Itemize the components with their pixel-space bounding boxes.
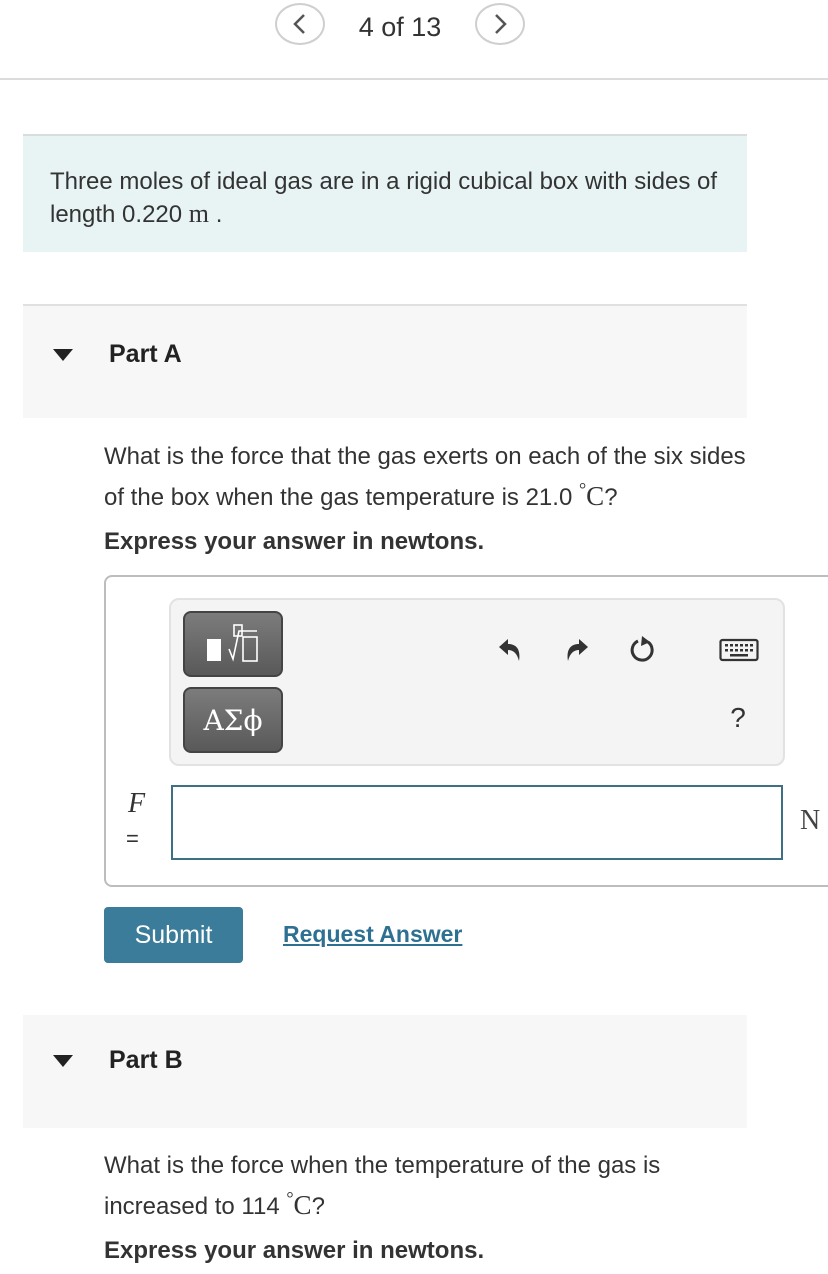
question-pager: 4 of 13 [0, 0, 828, 80]
answer-variable: F [128, 788, 146, 819]
part-b-header[interactable]: Part B [23, 1015, 747, 1128]
templates-root-icon [207, 624, 258, 662]
degree-symbol: ° [286, 1188, 294, 1208]
celsius-unit: C [293, 1190, 312, 1220]
intro-text: Three moles of ideal gas are in a rigid … [50, 166, 730, 231]
answer-input[interactable] [171, 785, 783, 860]
question-mark: ? [604, 484, 618, 511]
question-position: 4 of 13 [358, 12, 442, 42]
greek-button-label: ΑΣϕ [203, 703, 263, 737]
part-b-question: What is the force when the temperature o… [104, 1150, 764, 1223]
equals-sign: = [126, 826, 139, 851]
part-b-question-text: What is the force when the temperature o… [104, 1152, 661, 1220]
greek-symbols-button[interactable]: ΑΣϕ [183, 687, 283, 753]
intro-text-end: . [209, 201, 223, 228]
part-a-label: Part A [109, 340, 182, 368]
request-answer-link[interactable]: Request Answer [283, 921, 462, 948]
collapse-triangle-icon [53, 349, 73, 361]
question-mark: ? [311, 1193, 325, 1220]
collapse-triangle-icon [53, 1055, 73, 1067]
intro-text-main: Three moles of ideal gas are in a rigid … [50, 168, 718, 228]
templates-button[interactable] [183, 611, 283, 677]
reset-button[interactable] [623, 630, 663, 670]
previous-question-button[interactable] [275, 3, 325, 45]
part-a-header[interactable]: Part A [23, 304, 747, 418]
next-question-button[interactable] [475, 3, 525, 45]
length-unit: m [188, 199, 210, 228]
chevron-right-icon [495, 14, 507, 34]
redo-icon [567, 639, 588, 661]
chevron-left-icon [293, 14, 305, 34]
help-button[interactable]: ? [723, 702, 753, 742]
reset-icon [630, 636, 654, 662]
math-toolbar: ΑΣϕ ? [169, 598, 785, 766]
part-a-question-text: What is the force that the gas exerts on… [104, 443, 746, 511]
part-a-question: What is the force that the gas exerts on… [104, 441, 764, 514]
undo-icon [499, 639, 520, 661]
part-b-label: Part B [109, 1046, 183, 1074]
redo-button[interactable] [556, 630, 596, 670]
keyboard-icon [719, 638, 759, 662]
submit-button[interactable]: Submit [104, 907, 243, 963]
answer-unit: N [800, 805, 821, 836]
undo-button[interactable] [491, 630, 531, 670]
part-b-instruction: Express your answer in newtons. [104, 1237, 485, 1264]
celsius-unit: C [586, 481, 605, 511]
keyboard-button[interactable] [719, 630, 759, 670]
problem-intro: Three moles of ideal gas are in a rigid … [23, 134, 747, 252]
part-a-instruction: Express your answer in newtons. [104, 528, 485, 555]
